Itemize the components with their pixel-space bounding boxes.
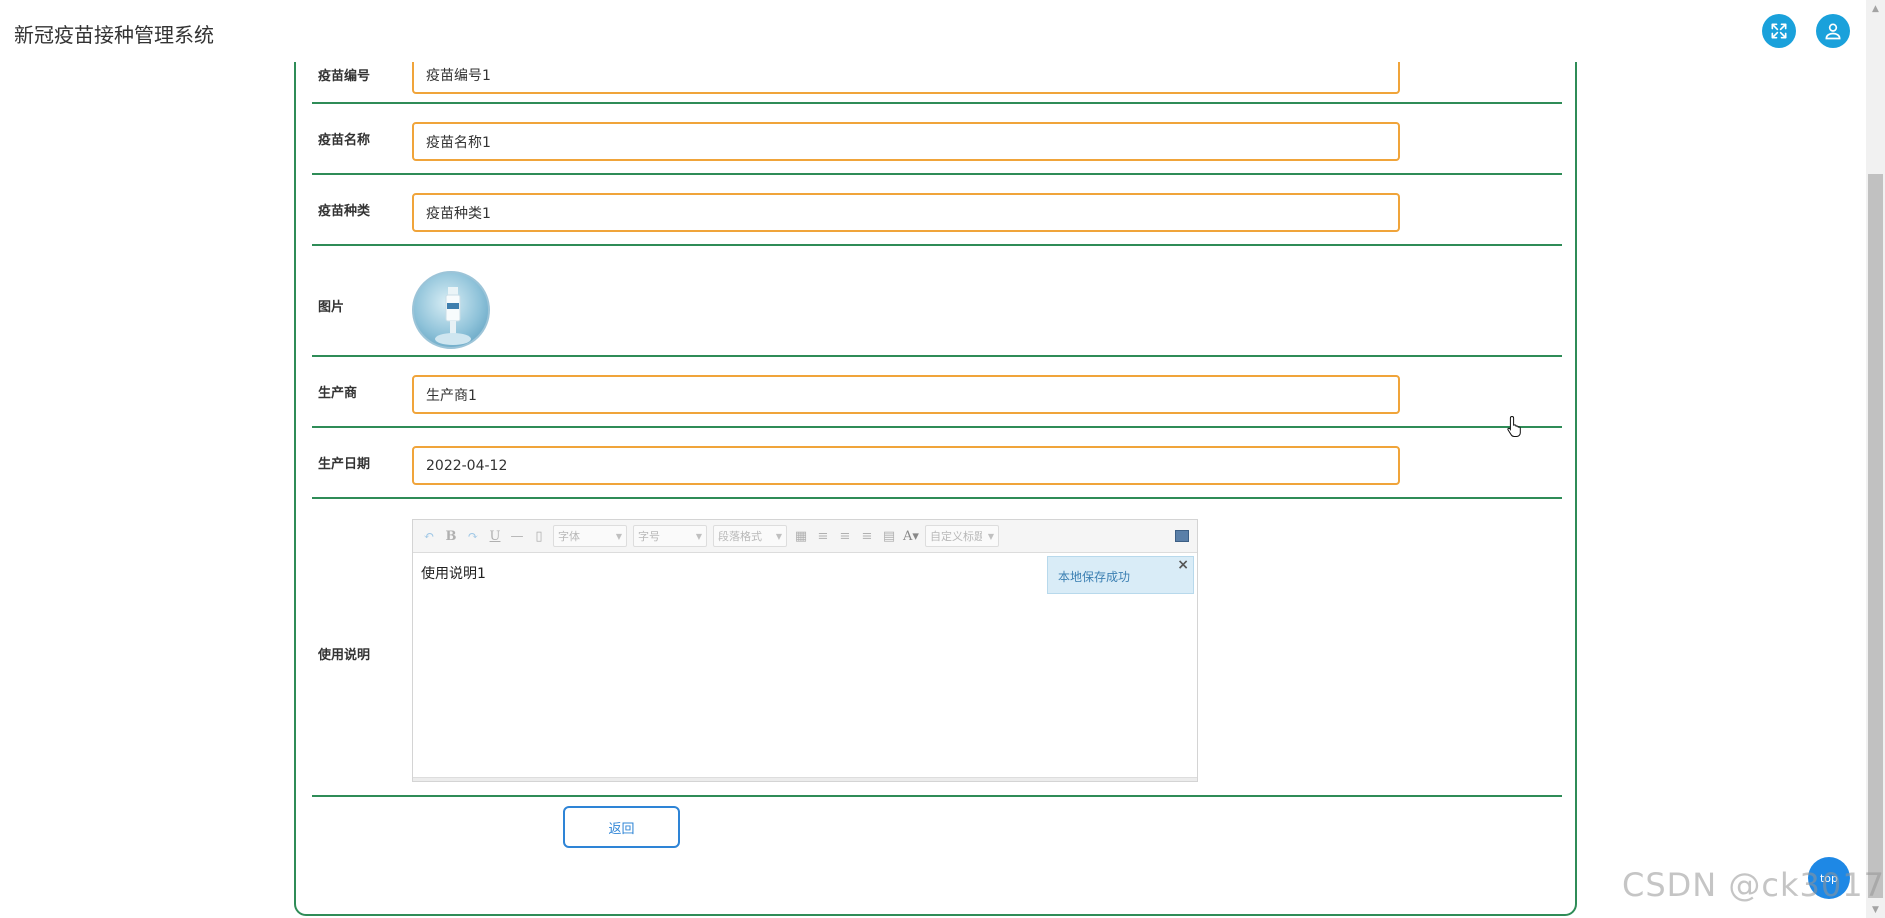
paragraph-format-label: 段落格式	[718, 530, 762, 543]
vaccine-name-field[interactable]: 疫苗名称1	[412, 122, 1400, 161]
paragraph-format-select[interactable]: 段落格式 ▼	[713, 525, 787, 547]
scrollbar-thumb[interactable]	[1868, 174, 1883, 898]
row-instructions: 使用说明 ↶ B ↷ U — ▯ 字体 ▼ 字号 ▼ 段落格式 ▼ ▦ ≡ ≡ …	[312, 499, 1562, 797]
close-icon[interactable]: ×	[1177, 557, 1189, 573]
bold-icon[interactable]: B	[443, 529, 459, 544]
hand-cursor-icon	[1507, 415, 1521, 437]
fullscreen-editor-icon[interactable]	[1175, 530, 1189, 542]
row-vaccine-name: 疫苗名称 疫苗名称1	[312, 104, 1562, 175]
save-toast-text: 本地保存成功	[1058, 570, 1131, 584]
align-right-icon[interactable]: ≡	[837, 529, 853, 544]
fullscreen-button[interactable]	[1762, 14, 1796, 48]
horizontal-rule-icon[interactable]: —	[509, 529, 525, 544]
custom-title-label: 自定义标题	[930, 530, 982, 543]
row-image: 图片	[312, 246, 1562, 357]
align-justify-icon[interactable]: ▤	[881, 529, 897, 544]
watermark: CSDN @ck3017	[1622, 866, 1885, 904]
redo-icon[interactable]: ↷	[465, 529, 481, 544]
user-icon	[1825, 23, 1841, 40]
manufacturer-field[interactable]: 生产商1	[412, 375, 1400, 414]
editor-toolbar: ↶ B ↷ U — ▯ 字体 ▼ 字号 ▼ 段落格式 ▼ ▦ ≡ ≡ ≡ ▤ A…	[413, 520, 1197, 553]
vaccine-type-field[interactable]: 疫苗种类1	[412, 193, 1400, 232]
label-manufacturer: 生产商	[318, 386, 358, 401]
save-toast: 本地保存成功 ×	[1047, 556, 1194, 594]
rich-text-editor[interactable]: ↶ B ↷ U — ▯ 字体 ▼ 字号 ▼ 段落格式 ▼ ▦ ≡ ≡ ≡ ▤ A…	[412, 519, 1198, 782]
font-color-icon[interactable]: A▾	[903, 529, 919, 544]
editor-statusbar	[413, 777, 1197, 781]
vaccine-detail-card: 疫苗编号 疫苗编号1 疫苗名称 疫苗名称1 疫苗种类 疫苗种类1 图片 生产商 …	[294, 40, 1577, 916]
user-button[interactable]	[1816, 14, 1850, 48]
font-family-select[interactable]: 字体 ▼	[553, 525, 627, 547]
label-instructions: 使用说明	[318, 648, 371, 663]
back-button[interactable]: 返回	[563, 806, 680, 848]
font-size-label: 字号	[638, 530, 660, 543]
page-icon[interactable]: ▯	[531, 529, 547, 544]
top-bar: 新冠疫苗接种管理系统	[0, 0, 1866, 62]
label-vaccine-type: 疫苗种类	[318, 204, 371, 219]
editor-content-area[interactable]: 使用说明1 本地保存成功 ×	[413, 553, 1197, 779]
app-title: 新冠疫苗接种管理系统	[14, 23, 214, 47]
label-vaccine-code: 疫苗编号	[318, 69, 371, 84]
row-vaccine-type: 疫苗种类 疫苗种类1	[312, 175, 1562, 246]
label-image: 图片	[318, 300, 345, 315]
vertical-scrollbar[interactable]: ▲ ▼	[1866, 0, 1885, 918]
undo-icon[interactable]: ↶	[421, 529, 437, 544]
table-icon[interactable]: ▦	[793, 529, 809, 544]
chevron-down-icon: ▼	[987, 531, 994, 541]
custom-title-select[interactable]: 自定义标题 ▼	[925, 525, 999, 547]
align-center-icon[interactable]: ≡	[859, 529, 875, 544]
underline-icon[interactable]: U	[487, 529, 503, 544]
label-production-date: 生产日期	[318, 457, 371, 472]
chevron-down-icon: ▼	[695, 531, 702, 541]
chevron-down-icon: ▼	[775, 531, 782, 541]
vaccine-image[interactable]	[412, 271, 490, 349]
fullscreen-icon	[1771, 23, 1787, 39]
label-vaccine-name: 疫苗名称	[318, 133, 371, 148]
align-left-icon[interactable]: ≡	[815, 529, 831, 544]
font-family-label: 字体	[558, 530, 580, 543]
chevron-down-icon: ▼	[615, 531, 622, 541]
scroll-up-icon[interactable]: ▲	[1866, 0, 1885, 17]
row-production-date: 生产日期 2022-04-12	[312, 428, 1562, 499]
row-manufacturer: 生产商 生产商1	[312, 357, 1562, 428]
font-size-select[interactable]: 字号 ▼	[633, 525, 707, 547]
production-date-field[interactable]: 2022-04-12	[412, 446, 1400, 485]
